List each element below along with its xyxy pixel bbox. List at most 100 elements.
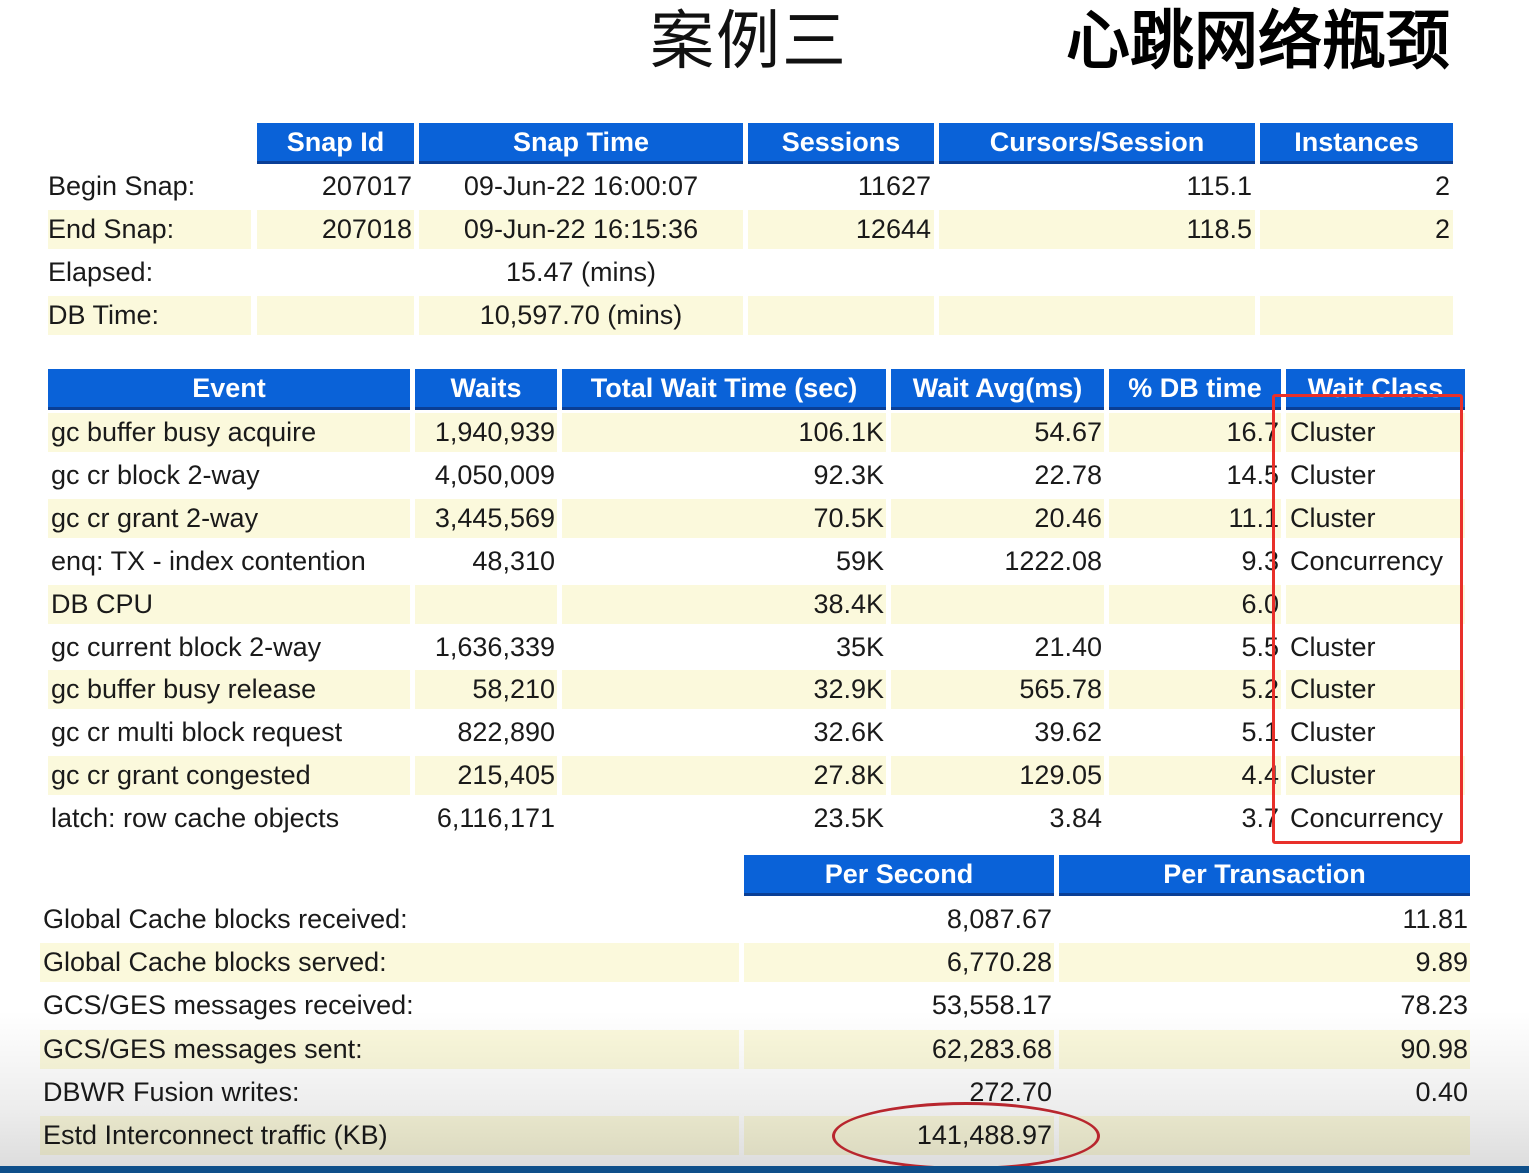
event-wait-avg: 129.05 bbox=[891, 756, 1104, 795]
slide-title-topic: 心跳网络瓶颈 bbox=[1066, 5, 1450, 79]
event-name: gc current block 2-way bbox=[51, 632, 322, 662]
event-name: gc buffer busy acquire bbox=[48, 413, 410, 452]
gc-per-second: 62,283.68 bbox=[744, 1030, 1054, 1069]
event-total-wait: 70.5K bbox=[562, 499, 886, 538]
gc-stat-label: GCS/GES messages sent: bbox=[40, 1030, 739, 1069]
gc-per-second: 6,770.28 bbox=[744, 943, 1054, 982]
event-name: enq: TX - index contention bbox=[51, 546, 366, 576]
gc-per-second: 272.70 bbox=[969, 1077, 1052, 1107]
event-total-wait: 32.9K bbox=[562, 670, 886, 709]
event-pct-db-time: 9.3 bbox=[1241, 546, 1279, 576]
event-wait-avg: 3.84 bbox=[1049, 803, 1102, 833]
event-wait-avg: 1222.08 bbox=[1004, 546, 1102, 576]
event-wait-class: Cluster bbox=[1290, 460, 1376, 490]
snap-row-empty-cell bbox=[939, 296, 1255, 335]
event-waits: 6,116,171 bbox=[436, 803, 555, 833]
event-pct-db-time: 5.5 bbox=[1241, 632, 1279, 662]
gc-per-transaction: 11.81 bbox=[1402, 904, 1468, 934]
event-total-wait: 38.4K bbox=[562, 585, 886, 624]
event-total-wait: 106.1K bbox=[562, 413, 886, 452]
gc-per-transaction bbox=[1059, 1116, 1470, 1155]
snap-header-sessions: Sessions bbox=[748, 123, 934, 164]
snap-header-snap-id: Snap Id bbox=[257, 123, 414, 164]
event-wait-class: Cluster bbox=[1286, 756, 1465, 795]
event-header-pct-db-time: % DB time bbox=[1109, 369, 1281, 410]
event-header-total-wait: Total Wait Time (sec) bbox=[562, 369, 886, 410]
gc-per-transaction: 0.40 bbox=[1415, 1077, 1468, 1107]
event-waits: 58,210 bbox=[415, 670, 557, 709]
gc-per-second: 8,087.67 bbox=[946, 904, 1052, 934]
gc-stat-label: Global Cache blocks served: bbox=[40, 943, 739, 982]
snap-row-label: Begin Snap: bbox=[48, 171, 196, 201]
gc-stat-label: GCS/GES messages received: bbox=[43, 990, 414, 1020]
event-header-waits: Waits bbox=[415, 369, 557, 410]
event-wait-avg: 54.67 bbox=[891, 413, 1104, 452]
event-total-wait: 32.6K bbox=[813, 717, 884, 747]
event-wait-class: Cluster bbox=[1286, 670, 1465, 709]
snap-row-snap-time: 09-Jun-22 16:15:36 bbox=[419, 210, 743, 249]
event-wait-avg: 565.78 bbox=[891, 670, 1104, 709]
event-name: gc cr grant congested bbox=[48, 756, 410, 795]
gc-header-per-second: Per Second bbox=[744, 855, 1054, 896]
event-wait-class: Cluster bbox=[1286, 499, 1465, 538]
event-name: latch: row cache objects bbox=[51, 803, 340, 833]
event-wait-avg: 20.46 bbox=[891, 499, 1104, 538]
event-waits: 1,940,939 bbox=[415, 413, 557, 452]
snap-row-snap-id: 207017 bbox=[321, 171, 412, 201]
snap-row-snap-time: 10,597.70 (mins) bbox=[419, 296, 743, 335]
gc-per-second: 53,558.17 bbox=[931, 990, 1052, 1020]
snap-row-snap-time: 09-Jun-22 16:00:07 bbox=[463, 171, 699, 201]
event-pct-db-time: 4.4 bbox=[1109, 756, 1281, 795]
event-pct-db-time: 5.1 bbox=[1241, 717, 1279, 747]
event-wait-class: Concurrency bbox=[1290, 546, 1444, 576]
event-wait-avg bbox=[891, 585, 1104, 624]
event-header-wait-avg: Wait Avg(ms) bbox=[891, 369, 1104, 410]
event-waits: 215,405 bbox=[415, 756, 557, 795]
event-waits: 48,310 bbox=[472, 546, 555, 576]
snap-row-empty-cell bbox=[257, 296, 414, 335]
snap-header-cursors: Cursors/Session bbox=[939, 123, 1255, 164]
event-wait-class: Concurrency bbox=[1290, 803, 1444, 833]
gc-per-transaction: 78.23 bbox=[1400, 990, 1468, 1020]
event-wait-class: Cluster bbox=[1286, 413, 1465, 452]
snap-header-instances: Instances bbox=[1260, 123, 1453, 164]
gc-stat-label: DBWR Fusion writes: bbox=[43, 1077, 300, 1107]
snap-row-label: Elapsed: bbox=[48, 257, 154, 287]
event-name: gc buffer busy release bbox=[48, 670, 410, 709]
gc-stat-label: Global Cache blocks received: bbox=[43, 904, 408, 934]
event-wait-class: Cluster bbox=[1290, 632, 1376, 662]
event-pct-db-time: 14.5 bbox=[1226, 460, 1279, 490]
slide-title-case: 案例三 bbox=[650, 5, 848, 79]
gc-per-second: 141,488.97 bbox=[744, 1116, 1054, 1155]
event-wait-avg: 39.62 bbox=[1034, 717, 1102, 747]
event-wait-avg: 22.78 bbox=[1034, 460, 1102, 490]
event-name: gc cr grant 2-way bbox=[48, 499, 410, 538]
snap-row-label: DB Time: bbox=[48, 296, 251, 335]
event-pct-db-time: 16.7 bbox=[1109, 413, 1281, 452]
snap-header-snap-time: Snap Time bbox=[419, 123, 743, 164]
event-waits: 4,050,009 bbox=[434, 460, 555, 490]
snap-row-label: End Snap: bbox=[48, 210, 251, 249]
gc-header-per-transaction: Per Transaction bbox=[1059, 855, 1470, 896]
event-waits: 3,445,569 bbox=[415, 499, 557, 538]
snap-row-snap-time: 15.47 (mins) bbox=[505, 257, 657, 287]
event-name: DB CPU bbox=[48, 585, 410, 624]
event-total-wait: 23.5K bbox=[813, 803, 884, 833]
event-waits: 822,890 bbox=[457, 717, 555, 747]
gc-stat-label: Estd Interconnect traffic (KB) bbox=[40, 1116, 739, 1155]
event-pct-db-time: 3.7 bbox=[1241, 803, 1279, 833]
event-name: gc cr block 2-way bbox=[51, 460, 260, 490]
event-wait-class: Cluster bbox=[1290, 717, 1376, 747]
snap-row-empty-cell bbox=[1260, 296, 1453, 335]
event-wait-avg: 21.40 bbox=[1034, 632, 1102, 662]
event-header-wait-class: Wait Class bbox=[1286, 369, 1465, 410]
snap-row-snap-id: 207018 bbox=[257, 210, 414, 249]
snap-row-instances: 2 bbox=[1260, 210, 1453, 249]
gc-per-transaction: 9.89 bbox=[1059, 943, 1470, 982]
snap-row-empty-cell bbox=[748, 296, 934, 335]
snap-row-cursors: 118.5 bbox=[939, 210, 1255, 249]
event-pct-db-time: 6.0 bbox=[1109, 585, 1281, 624]
snap-row-cursors: 115.1 bbox=[1186, 171, 1252, 201]
event-header-event: Event bbox=[48, 369, 410, 410]
event-pct-db-time: 11.1 bbox=[1109, 499, 1281, 538]
